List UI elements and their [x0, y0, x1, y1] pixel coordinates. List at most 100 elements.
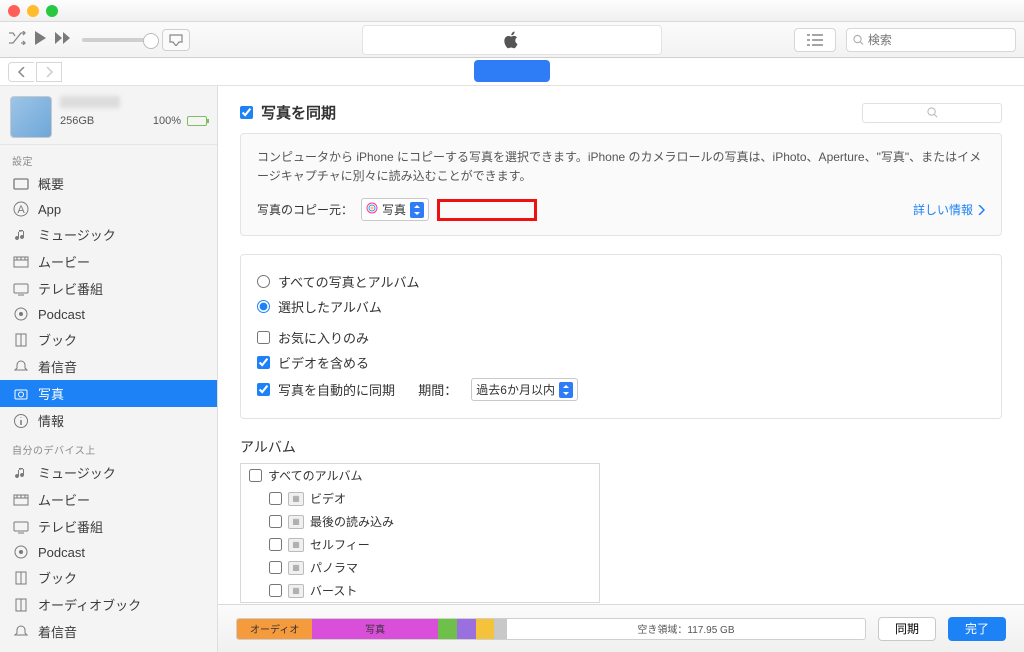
albums-heading: アルバム — [240, 437, 1002, 457]
book-icon — [12, 570, 30, 586]
sidebar-item-label: Podcast — [38, 545, 85, 560]
global-search[interactable] — [846, 28, 1016, 52]
album-item[interactable]: ▦パノラマ — [241, 556, 599, 579]
sidebar-device-item-movie[interactable]: ムービー — [0, 486, 217, 513]
storage-seg-audio: オーディオ — [237, 619, 312, 639]
include-video-label: ビデオを含める — [278, 353, 369, 372]
fast-forward-icon[interactable] — [54, 31, 72, 48]
copy-source-dropdown[interactable]: 写真 — [361, 198, 429, 221]
apps-icon: A — [12, 201, 30, 217]
radio-selected-label: 選択したアルバム — [278, 297, 382, 316]
list-view-button[interactable] — [794, 28, 836, 52]
volume-slider[interactable] — [82, 38, 152, 42]
auto-sync-label: 写真を自動的に同期 — [278, 380, 395, 399]
sidebar-item-tv[interactable]: テレビ番組 — [0, 275, 217, 302]
sidebar-item-music[interactable]: ミュージック — [0, 221, 217, 248]
sync-photos-checkbox[interactable] — [240, 106, 253, 119]
sidebar-item-label: ムービー — [38, 490, 90, 509]
storage-seg-green — [438, 619, 457, 639]
album-item[interactable]: ▦バースト — [241, 579, 599, 602]
battery-icon — [187, 116, 207, 126]
sidebar-item-movie[interactable]: ムービー — [0, 248, 217, 275]
sidebar-item-label: ブック — [38, 568, 77, 587]
minimize-window-button[interactable] — [27, 5, 39, 17]
sidebar-item-label: ミュージック — [38, 463, 116, 482]
airplay-button[interactable] — [162, 29, 190, 51]
storage-seg-free: 空き領域：117.95 GB — [507, 619, 865, 639]
movie-icon — [12, 492, 30, 508]
sidebar-item-apps[interactable]: AApp — [0, 197, 217, 221]
sync-title: 写真を同期 — [261, 102, 336, 123]
album-label: バースト — [310, 582, 357, 599]
movie-icon — [12, 254, 30, 270]
album-item[interactable]: ▦ ビデオ — [241, 487, 599, 510]
sync-header: 写真を同期 — [240, 102, 1002, 123]
sidebar-device-item-book[interactable]: ブック — [0, 564, 217, 591]
period-label: 期間： — [418, 380, 457, 399]
sidebar-device-item-music[interactable]: ミュージック — [0, 459, 217, 486]
album-label: 最後の読み込み — [310, 513, 394, 530]
content-pane: 写真を同期 コンピュータから iPhone にコピーする写真を選択できます。iP… — [218, 86, 1024, 652]
back-button[interactable] — [8, 62, 34, 82]
play-icon[interactable] — [32, 30, 48, 49]
sidebar-item-info[interactable]: 情報 — [0, 407, 217, 434]
battery-percent: 100% — [153, 115, 181, 127]
album-checkbox[interactable] — [269, 538, 282, 551]
sidebar-item-summary[interactable]: 概要 — [0, 170, 217, 197]
search-icon — [927, 107, 938, 118]
storage-seg-gray — [494, 619, 507, 639]
radio-selected-albums[interactable] — [257, 300, 270, 313]
sidebar-item-podcast[interactable]: Podcast — [0, 302, 217, 326]
zoom-window-button[interactable] — [46, 5, 58, 17]
panel-search[interactable] — [862, 103, 1002, 123]
sidebar-item-photo[interactable]: 写真 — [0, 380, 217, 407]
album-checkbox[interactable] — [269, 492, 282, 505]
album-item[interactable]: ▦ 最後の読み込み — [241, 510, 599, 533]
search-input[interactable] — [868, 33, 1009, 47]
sidebar-item-label: Podcast — [38, 307, 85, 322]
album-checkbox[interactable] — [249, 469, 262, 482]
device-thumbnail — [10, 96, 52, 138]
sidebar-device-item-audiobook[interactable]: オーディオブック — [0, 591, 217, 618]
shuffle-icon[interactable] — [8, 31, 26, 48]
sync-button[interactable]: 同期 — [878, 617, 936, 641]
device-selector[interactable] — [474, 60, 550, 82]
tv-icon — [12, 281, 30, 297]
main-toolbar — [0, 22, 1024, 58]
period-dropdown[interactable]: 過去6か月以内 — [471, 378, 578, 401]
copy-source-value: 写真 — [382, 201, 406, 218]
nav-bar — [0, 58, 1024, 86]
sidebar-device-item-purchased[interactable]: 購入した項目 — [0, 645, 217, 652]
album-label: ビデオ — [310, 490, 346, 507]
album-item[interactable]: ▦セルフィー — [241, 533, 599, 556]
summary-icon — [12, 176, 30, 192]
album-checkbox[interactable] — [269, 515, 282, 528]
sidebar-item-book[interactable]: ブック — [0, 326, 217, 353]
favorites-only-checkbox[interactable] — [257, 331, 270, 344]
album-checkbox[interactable] — [269, 584, 282, 597]
album-thumb-icon: ▦ — [288, 492, 304, 506]
photo-icon — [12, 386, 30, 402]
album-checkbox[interactable] — [269, 561, 282, 574]
forward-button[interactable] — [36, 62, 62, 82]
sync-description-panel: コンピュータから iPhone にコピーする写真を選択できます。iPhone の… — [240, 133, 1002, 236]
album-thumb-icon: ▦ — [288, 515, 304, 529]
ringtone-icon — [12, 624, 30, 640]
sidebar-item-ringtone[interactable]: 着信音 — [0, 353, 217, 380]
more-info-link[interactable]: 詳しい情報 — [913, 201, 985, 218]
transport-controls — [8, 30, 72, 49]
sidebar-device-item-podcast[interactable]: Podcast — [0, 540, 217, 564]
device-card: 256GB 100% — [0, 86, 217, 145]
sidebar-device-item-ringtone[interactable]: 着信音 — [0, 618, 217, 645]
album-item-all[interactable]: すべてのアルバム — [241, 464, 599, 487]
include-video-checkbox[interactable] — [257, 356, 270, 369]
radio-all-photos[interactable] — [257, 275, 270, 288]
sidebar-device-item-tv[interactable]: テレビ番組 — [0, 513, 217, 540]
close-window-button[interactable] — [8, 5, 20, 17]
auto-sync-checkbox[interactable] — [257, 383, 270, 396]
podcast-icon — [12, 306, 30, 322]
done-button[interactable]: 完了 — [948, 617, 1006, 641]
book-icon — [12, 332, 30, 348]
search-icon — [853, 34, 864, 46]
apple-logo-icon — [504, 31, 520, 49]
